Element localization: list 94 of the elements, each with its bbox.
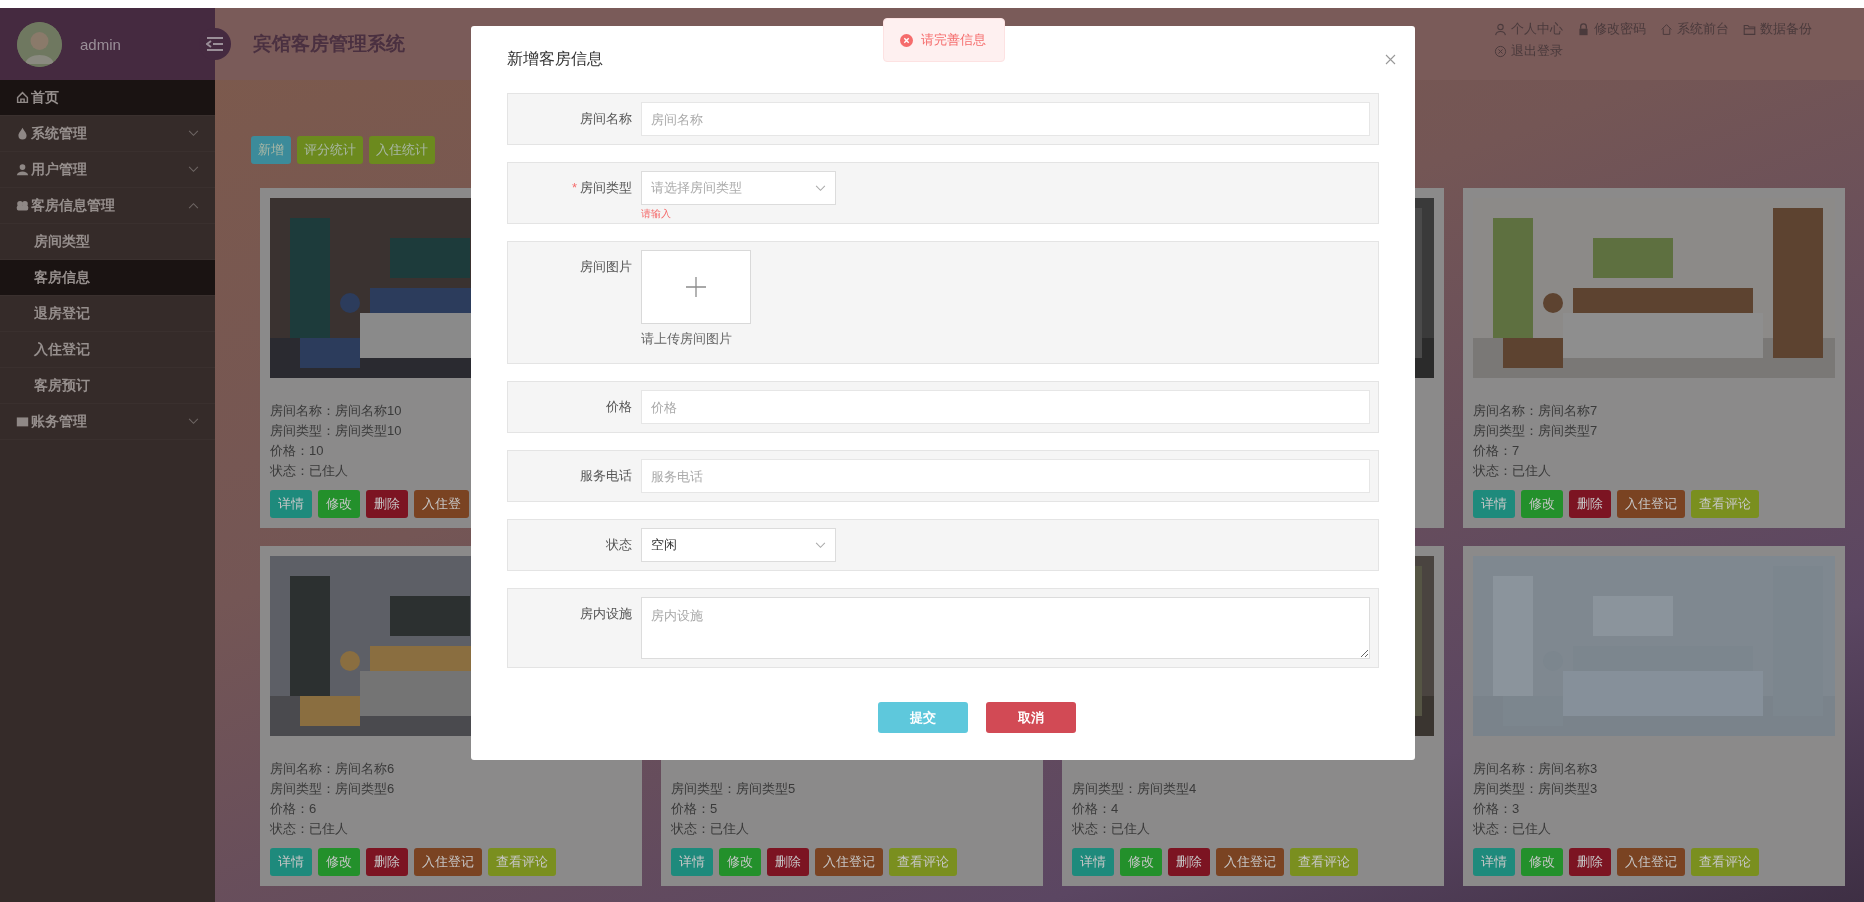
card-button[interactable]: 入住登记	[815, 848, 883, 876]
card-button[interactable]: 查看评论	[1691, 490, 1759, 518]
card-button[interactable]: 详情	[1072, 848, 1114, 876]
home-icon	[16, 91, 29, 104]
menu-item[interactable]: 客房信息管理	[0, 188, 215, 224]
chevron-icon	[815, 184, 826, 192]
required-mark: *	[571, 180, 577, 195]
dialog-button[interactable]: 取消	[986, 702, 1076, 733]
text-area[interactable]: 房内设施	[641, 597, 1370, 659]
card-text: 状态：已住人	[1473, 462, 1551, 480]
card-text: 价格：5	[671, 800, 718, 818]
upload-hint: 请上传房间图片	[641, 330, 732, 348]
field-label: 房间类型	[580, 180, 632, 195]
close-icon[interactable]	[1385, 54, 1396, 65]
card-text: 价格：4	[1072, 800, 1119, 818]
error-icon	[900, 33, 913, 47]
toolbar-button[interactable]: 入住统计	[369, 136, 435, 164]
select-field[interactable]: 空闲	[641, 528, 836, 562]
card-button[interactable]: 入住登	[414, 490, 469, 518]
person-icon	[16, 163, 29, 176]
field-label: 房间图片	[580, 259, 632, 274]
card-text: 房间名称：房间名称10	[270, 402, 402, 420]
select-field[interactable]: 请选择房间类型	[641, 171, 836, 205]
card-text: 状态：已住人	[1473, 820, 1551, 838]
card-button[interactable]: 修改	[1521, 848, 1563, 876]
card-text: 价格：10	[270, 442, 324, 460]
card-button[interactable]: 删除	[366, 490, 408, 518]
card-button[interactable]: 入住登记	[1617, 848, 1685, 876]
card-button[interactable]: 查看评论	[889, 848, 957, 876]
card-button[interactable]: 修改	[1521, 490, 1563, 518]
person-icon	[1494, 22, 1507, 36]
card-text: 房间类型：房间类型10	[270, 422, 402, 440]
card-button[interactable]: 入住登记	[1617, 490, 1685, 518]
card-text: 状态：已住人	[270, 820, 348, 838]
folder-icon	[1743, 22, 1756, 36]
card-button[interactable]: 删除	[1569, 848, 1611, 876]
house-icon	[1660, 22, 1673, 36]
card-button[interactable]: 删除	[1569, 490, 1611, 518]
toolbar-button[interactable]: 新增	[251, 136, 291, 164]
avatar-icon	[17, 21, 62, 67]
card-button[interactable]: 入住登记	[1216, 848, 1284, 876]
card-button[interactable]: 修改	[719, 848, 761, 876]
card-button[interactable]: 详情	[671, 848, 713, 876]
card-button[interactable]: 详情	[270, 490, 312, 518]
menu-item[interactable]: 首页	[0, 80, 215, 116]
dialog-button[interactable]: 提交	[878, 702, 968, 733]
text-field[interactable]: 房间名称	[641, 102, 1370, 136]
field-label: 价格	[606, 399, 632, 414]
card-button[interactable]: 查看评论	[1691, 848, 1759, 876]
card-text: 状态：已住人	[270, 462, 348, 480]
text-field[interactable]: 价格	[641, 390, 1370, 424]
card-button[interactable]: 删除	[767, 848, 809, 876]
user-name: admin	[80, 35, 121, 53]
card-text: 价格：7	[1473, 442, 1520, 460]
card-text: 房间类型：房间类型4	[1072, 780, 1197, 798]
card-text: 房间类型：房间类型3	[1473, 780, 1598, 798]
square-icon	[16, 415, 29, 428]
card-text: 价格：3	[1473, 800, 1520, 818]
card-text: 房间名称：房间名称7	[1473, 402, 1598, 420]
card-text: 价格：6	[270, 800, 317, 818]
field-label: 房内设施	[580, 606, 632, 621]
card-text: 房间类型：房间类型6	[270, 780, 395, 798]
field-label: 房间名称	[580, 111, 632, 126]
card-button[interactable]: 查看评论	[488, 848, 556, 876]
toolbar-button[interactable]: 评分统计	[297, 136, 363, 164]
card-text: 状态：已住人	[1072, 820, 1150, 838]
card-text: 房间类型：房间类型7	[1473, 422, 1598, 440]
card-button[interactable]: 修改	[318, 490, 360, 518]
card-button[interactable]: 查看评论	[1290, 848, 1358, 876]
submenu-item[interactable]: 客房信息	[0, 260, 215, 296]
card-button[interactable]: 删除	[1168, 848, 1210, 876]
error-text: 请输入	[641, 207, 671, 221]
close-circle-icon	[1494, 44, 1507, 58]
text-field[interactable]: 服务电话	[641, 459, 1370, 493]
card-button[interactable]: 入住登记	[414, 848, 482, 876]
card-text: 房间类型：房间类型5	[671, 780, 796, 798]
card-text: 房间名称：房间名称6	[270, 760, 395, 778]
card-button[interactable]: 详情	[270, 848, 312, 876]
card-button[interactable]: 修改	[1120, 848, 1162, 876]
toast-message: 请完善信息	[921, 31, 986, 49]
card-button[interactable]: 详情	[1473, 490, 1515, 518]
dialog-title: 新增客房信息	[507, 49, 604, 69]
card-button[interactable]: 详情	[1473, 848, 1515, 876]
field-label: 服务电话	[580, 468, 632, 483]
chevron-icon	[815, 541, 826, 549]
card-text: 状态：已住人	[671, 820, 749, 838]
menu-item[interactable]: 账务管理	[0, 404, 215, 440]
card-text: 房间名称：房间名称3	[1473, 760, 1598, 778]
drop-icon	[16, 127, 29, 140]
people-icon	[16, 199, 29, 212]
lock-icon	[1577, 22, 1590, 36]
card-button[interactable]: 删除	[366, 848, 408, 876]
field-label: 状态	[606, 537, 632, 552]
card-button[interactable]: 修改	[318, 848, 360, 876]
